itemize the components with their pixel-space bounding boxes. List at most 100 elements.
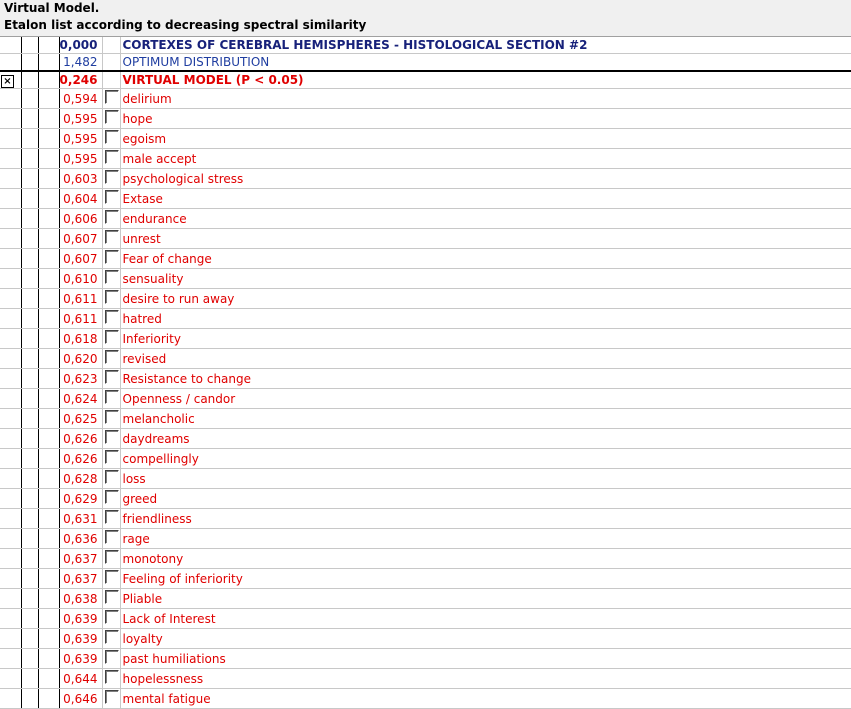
mark-cell[interactable] (0, 248, 22, 269)
mark-cell[interactable] (0, 268, 22, 289)
table-row[interactable]: 0,639 past humiliations (0, 648, 851, 669)
mark-cell[interactable] (0, 688, 22, 709)
table-row[interactable]: 0,611 desire to run away (0, 288, 851, 309)
checkbox-cell[interactable] (102, 248, 121, 269)
checkbox-cell[interactable] (102, 108, 121, 129)
mark-cell[interactable] (0, 348, 22, 369)
checkbox-icon[interactable] (104, 570, 119, 584)
table-row[interactable]: 0,610 sensuality (0, 268, 851, 289)
table-row[interactable]: 0,595 hope (0, 108, 851, 129)
checkbox-icon[interactable] (104, 630, 119, 644)
checkbox-cell[interactable] (102, 88, 121, 109)
table-row[interactable]: 0,639 loyalty (0, 628, 851, 649)
table-row[interactable]: 0,639 Lack of Interest (0, 608, 851, 629)
checkbox-icon[interactable] (104, 150, 119, 164)
mark-cell[interactable] (0, 528, 22, 549)
table-row[interactable]: 0,644 hopelessness (0, 668, 851, 689)
table-row[interactable]: 0,624 Openness / candor (0, 388, 851, 409)
mark-cell[interactable] (0, 608, 22, 629)
checkbox-icon[interactable] (104, 610, 119, 624)
checkbox-cell[interactable] (102, 348, 121, 369)
mark-cell[interactable] (0, 53, 22, 72)
mark-cell[interactable] (0, 628, 22, 649)
mark-cell[interactable] (0, 228, 22, 249)
checkbox-icon[interactable] (104, 590, 119, 604)
table-row[interactable]: 0,603 psychological stress (0, 168, 851, 189)
checkbox-icon[interactable] (104, 130, 119, 144)
mark-cell[interactable] (0, 468, 22, 489)
checkbox-icon[interactable] (104, 170, 119, 184)
checkbox-cell[interactable] (102, 448, 121, 469)
mark-cell[interactable] (0, 208, 22, 229)
checkbox-cell[interactable] (102, 488, 121, 509)
table-row[interactable]: 0,636 rage (0, 528, 851, 549)
table-row[interactable]: 0,637 Feeling of inferiority (0, 568, 851, 589)
checkbox-cell[interactable] (102, 128, 121, 149)
checkbox-cell[interactable] (102, 528, 121, 549)
checkbox-icon[interactable] (104, 290, 119, 304)
mark-cell[interactable] (0, 188, 22, 209)
checkbox-cell[interactable] (102, 368, 121, 389)
mark-cell[interactable] (0, 408, 22, 429)
mark-cell[interactable] (0, 428, 22, 449)
checkbox-cell[interactable] (102, 168, 121, 189)
checkbox-icon[interactable] (104, 230, 119, 244)
table-row[interactable]: × 0,246 VIRTUAL MODEL (P < 0.05) (0, 70, 851, 89)
checkbox-cell[interactable] (102, 328, 121, 349)
checkbox-icon[interactable] (104, 250, 119, 264)
checkbox-icon[interactable] (104, 450, 119, 464)
mark-cell[interactable] (0, 388, 22, 409)
checkbox-icon[interactable] (104, 670, 119, 684)
checkbox-icon[interactable] (104, 350, 119, 364)
checkbox-cell[interactable] (102, 428, 121, 449)
table-row[interactable]: 0,000 CORTEXES OF CEREBRAL HEMISPHERES - … (0, 37, 851, 54)
checkbox-icon[interactable] (104, 650, 119, 664)
mark-cell[interactable] (0, 488, 22, 509)
checkbox-icon[interactable] (104, 310, 119, 324)
checkbox-icon[interactable] (104, 530, 119, 544)
mark-cell[interactable] (0, 148, 22, 169)
table-row[interactable]: 0,620 revised (0, 348, 851, 369)
checkbox-icon[interactable] (104, 210, 119, 224)
mark-cell[interactable] (0, 108, 22, 129)
table-row[interactable]: 0,607 Fear of change (0, 248, 851, 269)
table-row[interactable]: 0,618 Inferiority (0, 328, 851, 349)
mark-cell[interactable] (0, 508, 22, 529)
table-row[interactable]: 0,623 Resistance to change (0, 368, 851, 389)
checkbox-cell[interactable] (102, 208, 121, 229)
checkbox-cell[interactable] (102, 588, 121, 609)
table-row[interactable]: 0,611 hatred (0, 308, 851, 329)
checkbox-icon[interactable] (104, 490, 119, 504)
mark-cell[interactable] (0, 668, 22, 689)
checkbox-cell[interactable] (102, 628, 121, 649)
checkbox-cell[interactable] (102, 688, 121, 709)
checkbox-icon[interactable] (104, 390, 119, 404)
x-mark-icon[interactable]: × (1, 75, 14, 88)
mark-cell[interactable]: × (0, 70, 22, 89)
table-row[interactable]: 0,595 egoism (0, 128, 851, 149)
mark-cell[interactable] (0, 568, 22, 589)
checkbox-icon[interactable] (104, 330, 119, 344)
checkbox-cell[interactable] (102, 288, 121, 309)
table-row[interactable]: 0,646 mental fatigue (0, 688, 851, 709)
checkbox-cell[interactable] (102, 548, 121, 569)
table-row[interactable]: 0,638 Pliable (0, 588, 851, 609)
mark-cell[interactable] (0, 648, 22, 669)
checkbox-icon[interactable] (104, 270, 119, 284)
table-row[interactable]: 0,629 greed (0, 488, 851, 509)
checkbox-cell[interactable] (102, 648, 121, 669)
mark-cell[interactable] (0, 288, 22, 309)
mark-cell[interactable] (0, 168, 22, 189)
checkbox-icon[interactable] (104, 190, 119, 204)
checkbox-cell[interactable] (102, 308, 121, 329)
table-row[interactable]: 0,594 delirium (0, 88, 851, 109)
mark-cell[interactable] (0, 548, 22, 569)
mark-cell[interactable] (0, 448, 22, 469)
checkbox-icon[interactable] (104, 550, 119, 564)
table-row[interactable]: 1,482 OPTIMUM DISTRIBUTION (0, 53, 851, 72)
checkbox-icon[interactable] (104, 510, 119, 524)
mark-cell[interactable] (0, 88, 22, 109)
checkbox-cell[interactable] (102, 508, 121, 529)
checkbox-cell[interactable] (102, 388, 121, 409)
mark-cell[interactable] (0, 37, 22, 54)
